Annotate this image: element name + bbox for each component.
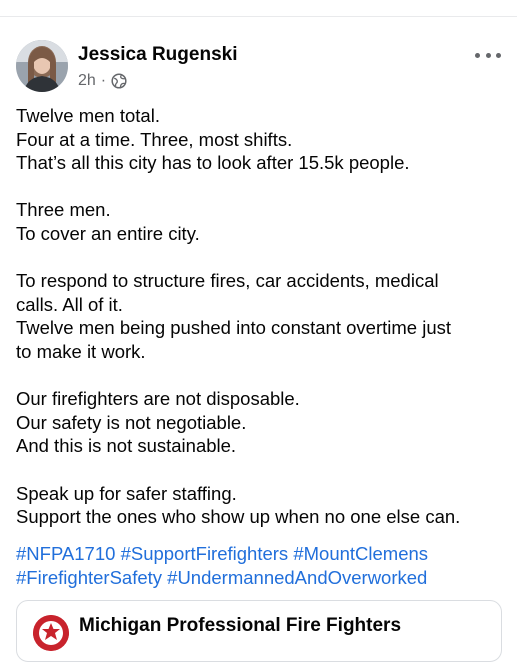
- post-timestamp[interactable]: 2h: [78, 72, 96, 90]
- text-line: To cover an entire city.: [16, 222, 200, 244]
- author-avatar[interactable]: [16, 40, 68, 92]
- hashtag-link[interactable]: #MountClemens: [293, 543, 428, 564]
- more-dot: [475, 52, 480, 58]
- avatar-photo-icon: [16, 40, 68, 92]
- meta-separator: ·: [100, 72, 107, 89]
- text-line: Our safety is not negotiable.: [16, 411, 247, 433]
- hashtag-link[interactable]: #NFPA1710: [16, 543, 115, 564]
- post-text: Twelve men total. Four at a time. Three,…: [16, 104, 501, 552]
- more-options-icon[interactable]: [475, 46, 501, 64]
- shared-page-card[interactable]: Michigan Professional Fire Fighters: [16, 600, 502, 662]
- more-dot: [485, 52, 491, 58]
- text-line: calls. All of it.: [16, 293, 123, 315]
- paragraph: Speak up for safer staffing. Support the…: [16, 482, 501, 529]
- paragraph: Three men. To cover an entire city.: [16, 198, 501, 245]
- paragraph: Our firefighters are not disposable. Our…: [16, 387, 501, 458]
- text-line: To respond to structure fires, car accid…: [16, 270, 439, 292]
- hashtag-line: #NFPA1710 #SupportFirefighters #MountCle…: [16, 542, 506, 566]
- hashtag-line: #FirefighterSafety #UndermannedAndOverwo…: [16, 566, 506, 590]
- text-line: That’s all this city has to look after 1…: [16, 152, 410, 174]
- hashtag-link[interactable]: #UndermannedAndOverworked: [167, 567, 427, 588]
- hashtag-list: #NFPA1710 #SupportFirefighters #MountCle…: [16, 542, 506, 589]
- paragraph: To respond to structure fires, car accid…: [16, 269, 501, 363]
- text-line: Four at a time. Three, most shifts.: [16, 128, 293, 150]
- text-line: Support the ones who show up when no one…: [16, 506, 461, 528]
- paragraph: Twelve men total. Four at a time. Three,…: [16, 104, 501, 175]
- hashtag-link[interactable]: #SupportFirefighters: [121, 543, 289, 564]
- text-line: Our firefighters are not disposable.: [16, 388, 300, 410]
- text-line: Twelve men being pushed into constant ov…: [16, 317, 451, 339]
- text-line: And this is not sustainable.: [16, 435, 237, 457]
- post-meta: 2h ·: [78, 72, 127, 90]
- shared-page-title[interactable]: Michigan Professional Fire Fighters: [79, 615, 401, 637]
- text-line: Three men.: [16, 199, 111, 221]
- top-divider: [0, 0, 517, 17]
- text-line: Speak up for safer staffing.: [16, 482, 237, 504]
- fire-department-logo-icon: [33, 615, 69, 651]
- text-line: Twelve men total.: [16, 105, 160, 126]
- text-line: to make it work.: [16, 340, 146, 362]
- globe-icon[interactable]: [111, 73, 127, 89]
- post-header: Jessica Rugenski 2h ·: [16, 40, 501, 94]
- more-dot: [496, 52, 501, 58]
- author-name[interactable]: Jessica Rugenski: [78, 44, 237, 66]
- hashtag-link[interactable]: #FirefighterSafety: [16, 567, 162, 588]
